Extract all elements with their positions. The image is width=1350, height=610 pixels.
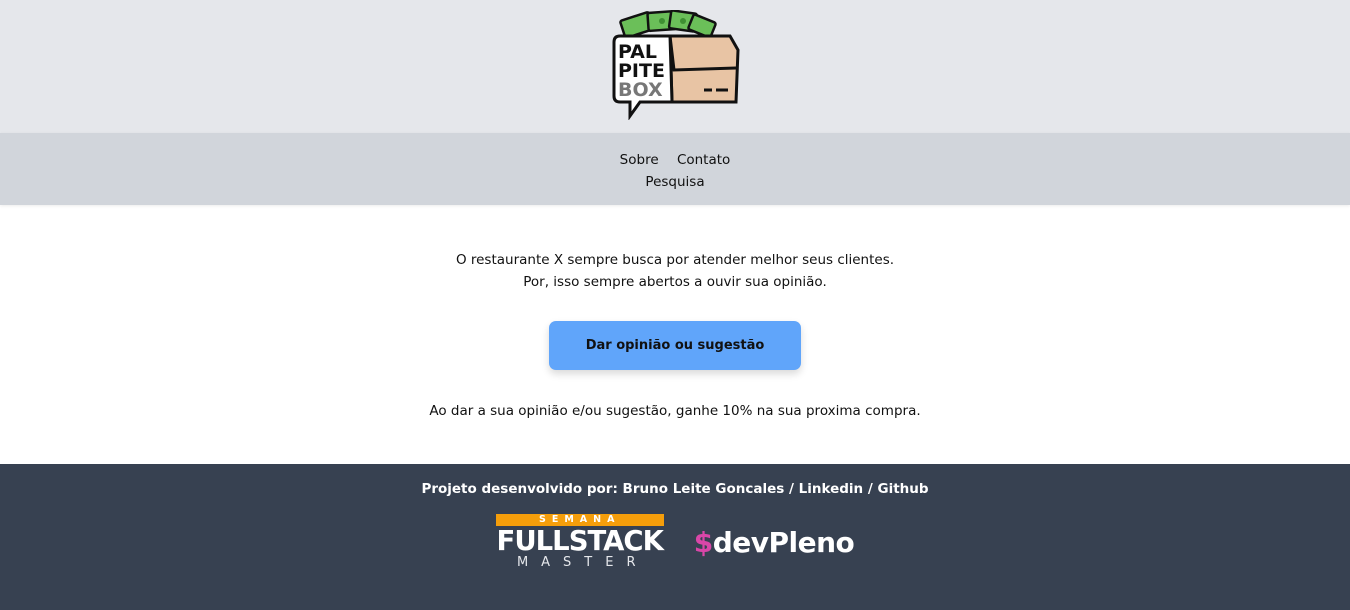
linkedin-link[interactable]: Linkedin: [799, 481, 864, 497]
discount-offer-text: Ao dar a sua opinião e/ou sugestão, ganh…: [429, 403, 921, 419]
intro-text-line1: O restaurante X sempre busca por atender…: [455, 252, 895, 268]
credit-separator: /: [863, 481, 878, 497]
partner-logos: SEMANA FULLSTACK MASTER $devPleno: [0, 514, 1350, 570]
footer-credit: Projeto desenvolvido por: Bruno Leite Go…: [0, 480, 1350, 498]
site-header: PAL PITE BOX: [0, 0, 1350, 133]
nav-item-pesquisa[interactable]: Pesquisa: [645, 174, 704, 190]
money-bills-icon: [619, 10, 717, 39]
logo-text-line3: BOX: [618, 79, 663, 101]
nav-item-contato[interactable]: Contato: [677, 152, 730, 168]
fullstack-master-logo[interactable]: SEMANA FULLSTACK MASTER: [495, 514, 664, 570]
devpleno-dollar-icon: $: [693, 525, 713, 559]
credit-author-text: Projeto desenvolvido por: Bruno Leite Go…: [421, 481, 799, 497]
palpitebox-logo[interactable]: PAL PITE BOX: [608, 10, 742, 120]
main-content: O restaurante X sempre busca por atender…: [0, 205, 1350, 464]
devpleno-logo[interactable]: $devPleno: [694, 526, 855, 559]
main-nav: Sobre Contato Pesquisa: [0, 133, 1350, 205]
fullstack-logo-bottom: MASTER: [516, 555, 649, 570]
nav-item-sobre[interactable]: Sobre: [620, 152, 659, 168]
fullstack-logo-middle: FULLSTACK: [496, 525, 664, 557]
site-footer: Projeto desenvolvido por: Bruno Leite Go…: [0, 464, 1350, 610]
github-link[interactable]: Github: [878, 481, 929, 497]
devpleno-name: devPleno: [712, 525, 855, 559]
intro-text-line2: Por, isso sempre abertos a ouvir sua opi…: [523, 274, 827, 290]
give-feedback-button[interactable]: Dar opinião ou sugestão: [549, 321, 801, 370]
